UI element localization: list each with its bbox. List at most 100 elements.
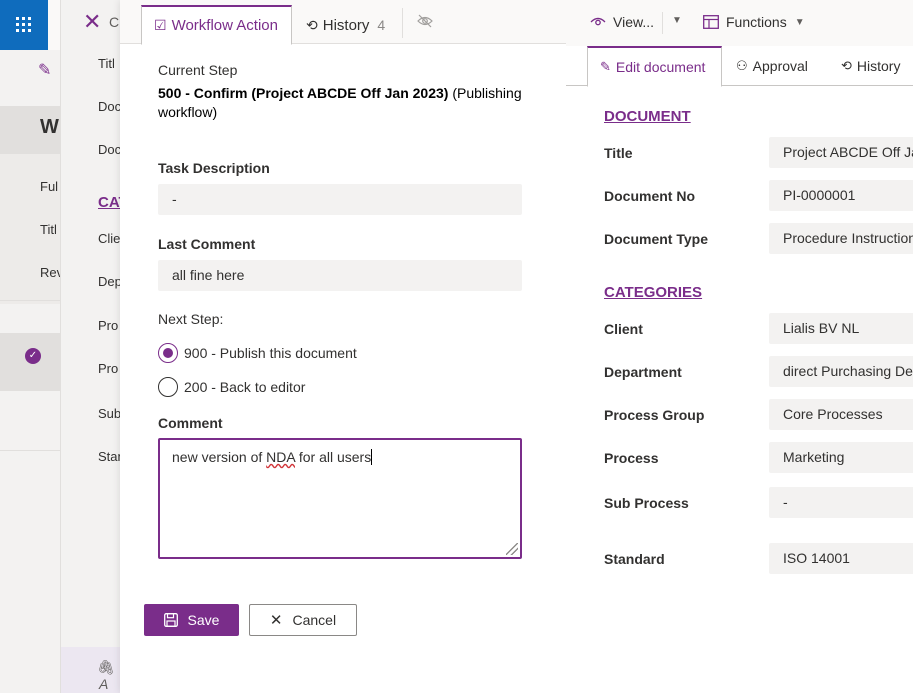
categories-section-heading: CATEGORIES [604, 284, 703, 301]
comment-textarea[interactable]: new version of NDA for all users [158, 438, 522, 559]
field-value-document-no[interactable]: PI-0000001 [769, 180, 913, 211]
field-value-document-type[interactable]: Procedure Instruction [769, 223, 913, 254]
background-text-fragment: A [99, 676, 109, 692]
save-button[interactable]: Save [144, 604, 239, 636]
history-count-badge: 4 [377, 17, 386, 33]
field-value-sub-process[interactable]: - [769, 487, 913, 518]
document-panel: View... ▼ Functions ▼ ✎ Edit document ⚇ … [566, 0, 913, 693]
next-step-option[interactable]: 900 - Publish this document [158, 343, 357, 363]
history-icon: ⟲ [841, 58, 852, 73]
next-step-label: Next Step: [158, 311, 224, 327]
background-text-fragment: Titl [98, 56, 115, 71]
field-value-title[interactable]: Project ABCDE Off Jan 2023 [769, 137, 913, 168]
resize-handle-icon[interactable] [506, 543, 518, 555]
cancel-button-label: Cancel [292, 612, 337, 628]
field-value-process[interactable]: Marketing [769, 442, 913, 473]
tab-history[interactable]: ⟲ History 4 [306, 5, 385, 45]
last-comment-field: all fine here [158, 260, 522, 291]
save-button-label: Save [187, 612, 220, 628]
field-label-sub-process: Sub Process [604, 495, 689, 511]
background-text-fragment: Sub [98, 406, 122, 421]
field-label-client: Client [604, 321, 643, 337]
tab-label: Approval [752, 58, 808, 74]
view-menu-button[interactable]: View... [590, 14, 654, 30]
save-icon [163, 613, 178, 627]
background-text-fragment: Titl [40, 222, 57, 237]
eye-icon [590, 16, 606, 28]
functions-grid-icon [703, 15, 719, 29]
field-label-process: Process [604, 450, 659, 466]
field-value-department[interactable]: direct Purchasing Department [769, 356, 913, 387]
field-value-standard[interactable]: ISO 14001 [769, 543, 913, 574]
functions-menu-button[interactable]: Functions ▼ [703, 14, 805, 30]
next-step-option[interactable]: 200 - Back to editor [158, 377, 305, 397]
field-label-title: Title [604, 145, 633, 161]
background-text-fragment: Pro [98, 318, 119, 333]
field-value-client[interactable]: Lialis BV NL [769, 313, 913, 344]
text-caret [371, 449, 373, 465]
command-bar: View... ▼ Functions ▼ [566, 0, 913, 46]
workflow-action-panel: ☑ Workflow Action ⟲ History 4 Current St… [120, 0, 566, 693]
workflow-icon: ☑ [154, 17, 167, 33]
radio-button-checked[interactable] [158, 343, 178, 363]
field-label-document-type: Document Type [604, 231, 708, 247]
last-comment-label: Last Comment [158, 236, 256, 252]
field-label-department: Department [604, 364, 682, 380]
chevron-down-icon: ▼ [794, 16, 805, 28]
tab-history[interactable]: ⟲ History [841, 46, 900, 86]
background-list-panel: ✎ W Ful Titl Rev ✓ [0, 50, 63, 693]
next-step-option-label: 200 - Back to editor [184, 379, 306, 395]
close-icon: ✕ [269, 612, 283, 629]
divider [0, 450, 60, 451]
cancel-button[interactable]: ✕ Cancel [249, 604, 357, 636]
comment-text: new version of [172, 449, 267, 465]
background-title-fragment: W [40, 116, 59, 138]
comment-misspelled-word: NDA [266, 449, 295, 465]
history-icon: ⟲ [306, 16, 318, 33]
tab-label: History [856, 58, 901, 74]
background-text-fragment: Pro [98, 361, 119, 376]
comment-label: Comment [158, 415, 223, 431]
hide-eye-icon[interactable] [417, 14, 433, 28]
background-document-panel: ✕ Cl Titl Doc Doc CAT Clie Dep Pro Pro S… [60, 0, 128, 693]
current-step-name: 500 - Confirm (Project ABCDE Off Jan 202… [158, 85, 449, 101]
tab-approval[interactable]: ⚇ Approval [736, 46, 808, 86]
next-step-option-label: 900 - Publish this document [184, 345, 357, 361]
field-label-standard: Standard [604, 551, 665, 567]
tab-workflow-action[interactable]: ☑ Workflow Action [141, 5, 292, 45]
tab-label: Workflow Action [171, 17, 278, 34]
tab-label: Edit document [615, 59, 706, 75]
attachment-icon[interactable]: 🖇A [97, 659, 122, 692]
chevron-down-icon[interactable]: ▼ [672, 15, 682, 26]
radio-button[interactable] [158, 377, 178, 397]
edit-pencil-icon[interactable]: ✎ [38, 60, 51, 80]
task-description-field: - [158, 184, 522, 215]
current-step-label: Current Step [158, 62, 238, 78]
tab-label: History [322, 16, 370, 34]
divider [402, 8, 403, 38]
background-text-fragment: Doc [98, 142, 122, 157]
edit-document-icon: ✎ [600, 59, 611, 74]
functions-menu-label: Functions [726, 14, 787, 30]
task-description-label: Task Description [158, 160, 270, 176]
field-label-document-no: Document No [604, 188, 695, 204]
checkmark-circle-icon[interactable]: ✓ [25, 348, 41, 364]
field-label-process-group: Process Group [604, 407, 705, 423]
comment-text: for all users [294, 449, 372, 465]
tab-edit-document[interactable]: ✎ Edit document [587, 46, 722, 87]
divider [0, 300, 60, 301]
background-text-fragment: Doc [98, 99, 122, 114]
current-step-value: 500 - Confirm (Project ABCDE Off Jan 202… [158, 84, 538, 122]
people-icon: ⚇ [736, 58, 748, 73]
document-tab-bar: ✎ Edit document ⚇ Approval ⟲ History [566, 46, 913, 87]
view-menu-label: View... [613, 14, 654, 30]
app-launcher-button[interactable] [0, 0, 48, 50]
workflow-tab-bar: ☑ Workflow Action ⟲ History 4 [120, 0, 566, 45]
close-icon[interactable]: ✕ [83, 9, 101, 35]
background-text-fragment: Clie [98, 231, 121, 246]
waffle-icon [16, 17, 31, 32]
background-text-fragment: Ful [40, 179, 59, 194]
field-value-process-group[interactable]: Core Processes [769, 399, 913, 430]
background-text-fragment: Dep [98, 274, 122, 289]
divider [662, 12, 663, 34]
